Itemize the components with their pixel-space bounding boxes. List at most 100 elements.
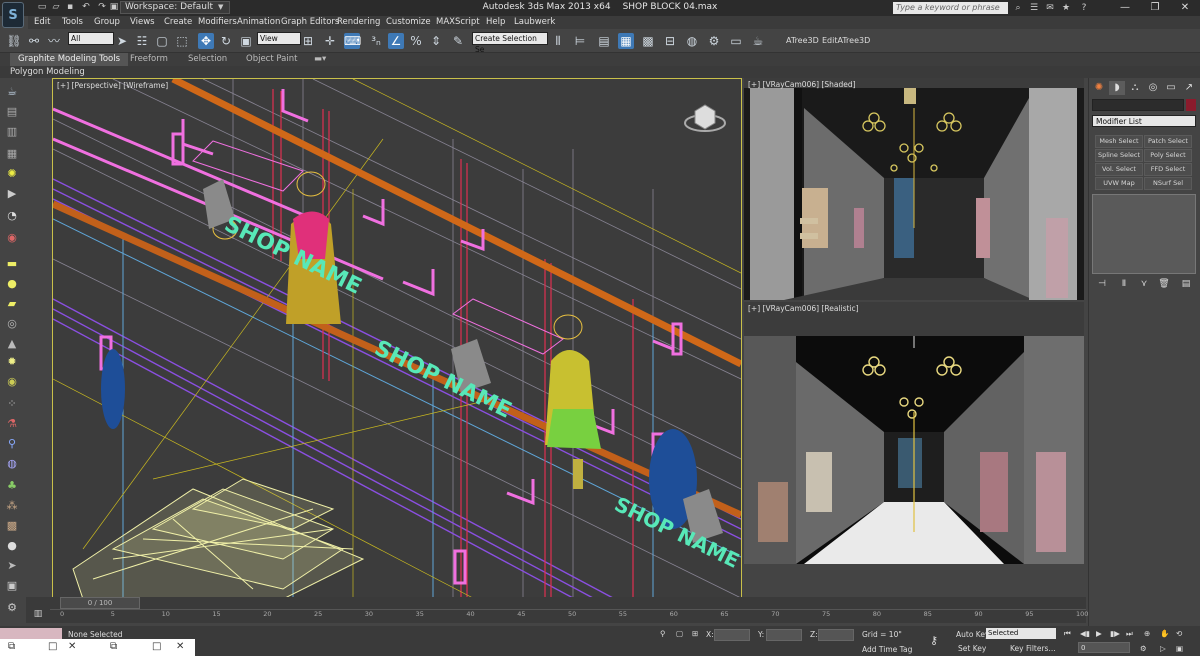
- go-to-start-icon[interactable]: ⏮: [1064, 629, 1071, 639]
- tab-graphite-modeling-tools[interactable]: Graphite Modeling Tools: [10, 53, 129, 66]
- modifier-stack[interactable]: [1092, 194, 1196, 274]
- tab-object-paint[interactable]: Object Paint: [246, 54, 297, 64]
- mirror-icon[interactable]: ⫴: [550, 33, 566, 49]
- menu-modifiers[interactable]: Modifiers: [198, 17, 237, 27]
- absolute-mode-icon[interactable]: ⊞: [692, 629, 698, 638]
- new-file-icon[interactable]: ▭: [36, 2, 48, 13]
- helper-icon[interactable]: ◔: [4, 208, 20, 223]
- camera-icon[interactable]: ▶: [4, 186, 20, 201]
- edit-named-selection-icon[interactable]: ✎: [450, 33, 466, 49]
- taskbar-maximize-icon[interactable]: □: [48, 641, 57, 652]
- omni-light-icon[interactable]: ◉: [4, 374, 20, 389]
- set-key-button[interactable]: Set Key: [958, 644, 986, 653]
- render-production-icon[interactable]: ☕: [750, 33, 766, 49]
- rendered-frame-icon[interactable]: ▭: [728, 33, 744, 49]
- app-menu-button[interactable]: S: [2, 2, 24, 28]
- time-slider-track[interactable]: [26, 597, 1086, 609]
- menu-create[interactable]: Create: [164, 17, 192, 27]
- maxscript-listener-field[interactable]: [0, 628, 62, 639]
- box-icon[interactable]: ▬: [4, 256, 20, 271]
- render-setup-icon[interactable]: ⚙: [706, 33, 722, 49]
- object-color-swatch[interactable]: [1186, 99, 1196, 111]
- go-to-end-icon[interactable]: ⏭: [1126, 629, 1133, 639]
- key-mode-dropdown[interactable]: Selected: [986, 628, 1056, 639]
- menu-tools[interactable]: Tools: [62, 17, 83, 27]
- track-bar-ruler[interactable]: 0 5 10 15 20 25 30 35 40 45 50 55 60 65 70 75 80 85 90 95 10…: [50, 609, 1088, 623]
- display-tab-icon[interactable]: ▭: [1163, 81, 1179, 95]
- rotate-icon[interactable]: ↻: [218, 33, 234, 49]
- save-icon[interactable]: ▪: [64, 2, 76, 13]
- lock-selection-icon[interactable]: ⚲: [660, 629, 666, 638]
- teapot-icon[interactable]: ☕: [4, 84, 20, 99]
- viewport-label[interactable]: [+] [VRayCam006] [Shaded]: [748, 80, 856, 89]
- auto-key-button[interactable]: Auto Key: [956, 630, 989, 639]
- project-folder-icon[interactable]: ▣: [108, 2, 120, 13]
- pattern-icon[interactable]: ▩: [4, 518, 20, 533]
- keyboard-shortcut-toggle-icon[interactable]: ⌨: [344, 33, 361, 49]
- menu-maxscript[interactable]: MAXScript: [436, 17, 480, 27]
- modify-tab-icon[interactable]: ◗: [1109, 81, 1125, 95]
- menu-views[interactable]: Views: [130, 17, 155, 27]
- arrow-icon[interactable]: ➤: [4, 558, 20, 573]
- plane-icon[interactable]: ▰: [4, 296, 20, 311]
- show-end-result-icon[interactable]: Ⅱ: [1117, 278, 1131, 290]
- gear-icon[interactable]: ⚙: [4, 600, 20, 615]
- taskbar-restore-icon-2[interactable]: ⧉: [110, 641, 117, 652]
- poly-select-button[interactable]: Poly Select: [1144, 149, 1192, 162]
- communication-icon[interactable]: ✉: [1044, 2, 1056, 14]
- help-icon[interactable]: ?: [1078, 2, 1090, 14]
- reference-coord-dropdown[interactable]: View: [257, 32, 301, 45]
- taskbar-maximize-icon-2[interactable]: □: [152, 641, 161, 652]
- create-tab-icon[interactable]: ✺: [1091, 81, 1107, 95]
- hierarchy-tab-icon[interactable]: ⛬: [1127, 81, 1143, 95]
- viewport-vraycam-shaded[interactable]: [+] [VRayCam006] [Shaded]: [744, 78, 1084, 300]
- cloth-icon[interactable]: ⚲: [4, 436, 20, 451]
- mesh-select-button[interactable]: Mesh Select: [1095, 135, 1143, 148]
- undo-icon[interactable]: ↶: [80, 2, 92, 13]
- x-coordinate-field[interactable]: [714, 629, 750, 641]
- time-slider[interactable]: 0 / 100: [60, 597, 140, 609]
- uvw-map-button[interactable]: UVW Map: [1095, 177, 1143, 190]
- previous-frame-icon[interactable]: ◀▮: [1080, 629, 1090, 638]
- taskbar-close-icon[interactable]: ✕: [68, 641, 76, 652]
- scene-explorer-icon[interactable]: ▥: [4, 124, 20, 139]
- bind-space-warp-icon[interactable]: 〰: [46, 33, 62, 49]
- tree-icon[interactable]: ♣: [4, 478, 20, 493]
- nsurf-sel-button[interactable]: NSurf Sel: [1144, 177, 1192, 190]
- dynamics-icon[interactable]: ⚗: [4, 416, 20, 431]
- menu-help[interactable]: Help: [486, 17, 505, 27]
- align-icon[interactable]: ⊨: [572, 33, 588, 49]
- viewport-perspective-wireframe[interactable]: [+] [Perspective] [Wireframe] SHOP NAME …: [52, 78, 742, 599]
- unlink-icon[interactable]: ⚯: [26, 33, 42, 49]
- configure-sets-icon[interactable]: ▤: [1179, 278, 1193, 290]
- snaps-toggle-icon[interactable]: ³ₙ: [368, 33, 384, 49]
- white-sphere-icon[interactable]: ●: [4, 538, 20, 553]
- sphere-icon[interactable]: ●: [4, 276, 20, 291]
- modifier-list-dropdown[interactable]: Modifier List: [1092, 115, 1196, 127]
- close-button[interactable]: ✕: [1170, 0, 1200, 16]
- open-file-icon[interactable]: ▱: [50, 2, 62, 13]
- named-selection-set-dropdown[interactable]: Create Selection Se: [472, 32, 548, 54]
- scatter-icon[interactable]: ⁂: [4, 498, 20, 513]
- favorites-icon[interactable]: ★: [1060, 2, 1072, 14]
- remove-modifier-icon[interactable]: 🗑: [1157, 278, 1171, 290]
- editatree3d-button[interactable]: EditATree3D: [822, 36, 870, 45]
- orbit-icon[interactable]: ⟲: [1176, 629, 1182, 638]
- menu-customize[interactable]: Customize: [386, 17, 431, 27]
- sun-icon[interactable]: ✹: [4, 354, 20, 369]
- particle-icon[interactable]: ⁘: [4, 396, 20, 411]
- shader-ball-icon[interactable]: ◉: [4, 230, 20, 245]
- polygon-modeling-panel[interactable]: Polygon Modeling: [10, 67, 85, 77]
- zoom-extents-icon[interactable]: ⊕: [1144, 629, 1150, 638]
- mini-curve-editor-icon[interactable]: ▥: [26, 609, 50, 623]
- globe-icon[interactable]: ◍: [4, 456, 20, 471]
- atree3d-button[interactable]: ATree3D: [786, 36, 819, 45]
- torus-icon[interactable]: ◎: [4, 316, 20, 331]
- pin-stack-icon[interactable]: ⊣: [1095, 278, 1109, 290]
- light-icon[interactable]: ✺: [4, 166, 20, 181]
- move-icon[interactable]: ✥: [198, 33, 214, 49]
- utilities-tab-icon[interactable]: ↗: [1181, 81, 1197, 95]
- graphite-toggle-icon[interactable]: ▦: [618, 33, 634, 49]
- curve-editor-icon[interactable]: ▩: [640, 33, 656, 49]
- taskbar-restore-icon[interactable]: ⧉: [8, 641, 15, 652]
